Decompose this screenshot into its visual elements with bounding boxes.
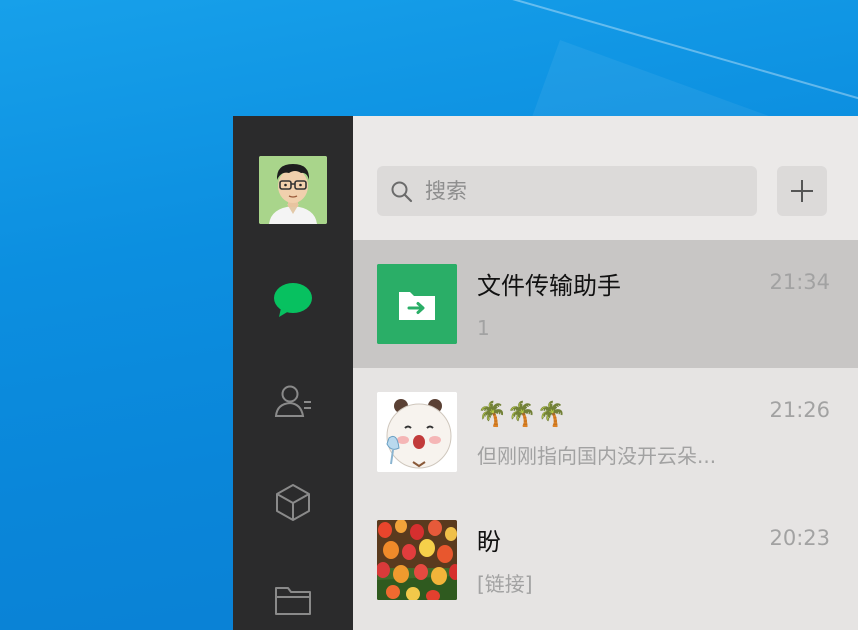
search-icon [391,181,413,203]
nav-favorites[interactable] [273,482,313,522]
nav-chats[interactable] [273,280,313,320]
chat-avatar [377,520,457,600]
tulip-photo [377,520,457,600]
chat-item-palm-trees[interactable]: 🌴🌴🌴 21:26 但刚刚指向国内没开云朵... [353,368,858,496]
chat-name: 🌴🌴🌴 [477,400,567,428]
chat-name: 盼 [477,528,501,556]
chat-time: 21:34 [769,270,830,294]
sidebar [233,116,353,630]
chat-item-pan[interactable]: 盼 20:23 [链接] [353,496,858,624]
plus-icon [791,180,813,202]
chat-preview: [链接] [477,572,533,596]
search-bar-area: 搜索 [353,116,858,240]
chat-bubble-icon [274,283,312,317]
panda-bear-sticker [377,392,457,472]
search-input[interactable]: 搜索 [377,166,757,216]
search-placeholder: 搜索 [425,179,467,203]
file-transfer-icon [377,264,457,344]
chat-list-panel: 搜索 文件传输助手 21:34 1 🌴🌴🌴 21:26 但刚刚指向国内没开云朵.… [353,116,858,630]
wechat-window: 搜索 文件传输助手 21:34 1 🌴🌴🌴 21:26 但刚刚指向国内没开云朵.… [233,116,858,630]
add-button[interactable] [777,166,827,216]
chat-preview: 1 [477,316,490,340]
folder-icon [275,587,311,615]
nav-contacts[interactable] [273,382,313,422]
chat-time: 21:26 [769,398,830,422]
chat-avatar [377,392,457,472]
nav-files[interactable] [273,580,313,620]
user-avatar-icon [259,156,327,224]
contacts-icon [274,385,311,417]
chat-name: 文件传输助手 [477,272,621,300]
user-avatar[interactable] [259,156,327,224]
chat-avatar [377,264,457,344]
chat-time: 20:23 [769,526,830,550]
chat-preview: 但刚刚指向国内没开云朵... [477,444,717,468]
chat-item-file-transfer[interactable]: 文件传输助手 21:34 1 [353,240,858,368]
cube-icon [276,484,310,521]
